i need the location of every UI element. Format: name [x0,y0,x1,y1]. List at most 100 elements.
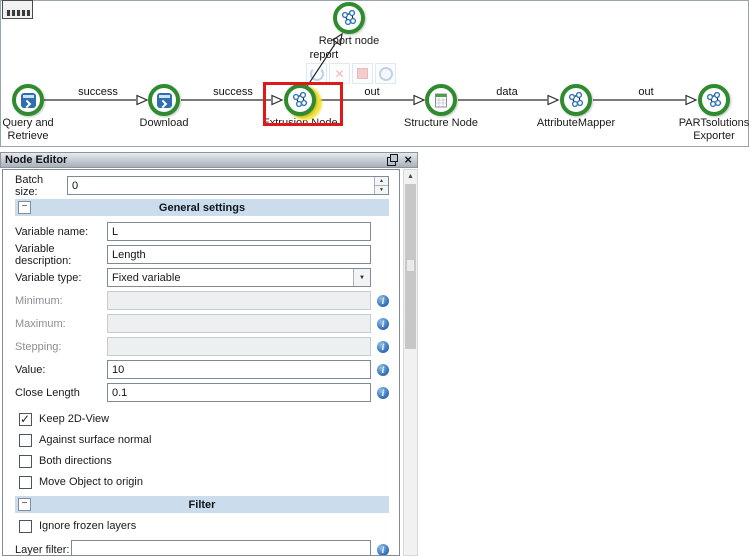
maximum-input [107,314,371,333]
variable-type-select[interactable]: Fixed variable ▼ [107,268,371,287]
scroll-up-icon[interactable]: ▲ [404,170,417,183]
both-directions-label: Both directions [39,455,112,467]
node-partsolutions-exporter[interactable]: PARTsolutions Exporter [666,84,750,143]
node-label: AttributeMapper [536,117,616,129]
chevron-down-icon[interactable]: ▼ [353,269,370,286]
vertical-scrollbar[interactable]: ▲ [403,169,418,556]
keep-2d-view-checkbox[interactable] [19,412,32,426]
stepping-input [107,337,371,356]
batch-size-row: Batch size: ▲▼ [15,173,389,198]
node-ring [148,84,180,116]
info-icon[interactable]: i [377,386,389,399]
network-icon [341,10,357,26]
node-ring [425,84,457,116]
move-object-to-origin-row: Move Object to origin [19,475,389,489]
minimum-label: Minimum: [15,294,63,307]
network-icon [568,92,584,108]
filter-header: − Filter [15,496,389,513]
node-report[interactable]: Report node [301,2,397,48]
info-icon[interactable]: i [377,363,389,376]
node-editor-panel: Node Editor × Batch size: ▲▼ − General s… [0,152,418,556]
against-surface-normal-row: Against surface normal [19,433,389,447]
float-panel-icon[interactable] [387,153,399,166]
batch-size-input[interactable] [67,176,389,195]
value-input[interactable] [107,360,371,379]
maximum-row: Maximum: i [15,314,389,333]
stepping-label: Stepping: [15,340,62,353]
edge-label-success-1: success [78,86,118,98]
node-structure[interactable]: Structure Node [393,84,489,130]
network-icon [706,92,722,108]
close-length-input[interactable] [107,383,371,402]
batch-size-stepper[interactable]: ▲ ▼ [374,177,388,194]
close-panel-icon[interactable]: × [404,153,412,166]
node-editor-titlebar[interactable]: Node Editor × [0,152,418,168]
close-length-row: Close Length i [15,383,389,402]
value-label: Value: [15,363,46,376]
node-label: Structure Node [404,117,478,129]
panel-title: Node Editor [5,154,68,166]
info-icon[interactable]: i [377,294,389,307]
keep-2d-view-row: Keep 2D-View [19,412,389,426]
variable-description-row: Variable description: [15,242,389,267]
edge-label-data: data [496,86,518,98]
move-object-to-origin-checkbox[interactable] [19,475,32,489]
spin-down-icon[interactable]: ▼ [374,185,388,194]
section-title: General settings [158,201,246,214]
ignore-frozen-layers-label: Ignore frozen layers [39,520,137,532]
variable-name-input[interactable] [107,222,371,241]
node-ring [284,84,316,116]
minimum-input [107,291,371,310]
against-surface-normal-checkbox[interactable] [19,433,32,447]
variable-name-row: Variable name: [15,222,389,241]
keep-2d-view-label: Keep 2D-View [39,413,110,425]
info-icon[interactable]: i [377,340,389,353]
node-label: Report node [318,35,380,47]
node-ring [560,84,592,116]
edge-label-out-2: out [638,86,654,98]
layer-filter-row: Layer filter: i [15,540,389,556]
layer-filter-label: Layer filter: [15,543,70,556]
node-label: Download [139,117,189,129]
workflow-canvas[interactable]: ✕ success success out data out report Qu… [0,0,749,147]
spin-up-icon[interactable]: ▲ [374,177,388,185]
variable-name-label: Variable name: [15,225,89,238]
node-label: Query and [2,117,54,129]
sheet-icon [435,93,447,107]
batch-size-label: Batch size: [15,173,44,198]
network-icon [292,92,308,108]
node-label: PARTsolutions [678,117,750,129]
info-icon[interactable]: i [377,317,389,330]
variable-description-input[interactable] [107,245,371,264]
general-settings-header: − General settings [15,199,389,216]
console-icon [156,92,172,108]
edge-label-out-1: out [364,86,380,98]
section-title: Filter [188,498,216,511]
variable-description-label: Variable description: [15,242,72,267]
layer-filter-input[interactable] [71,540,371,555]
move-object-to-origin-label: Move Object to origin [39,476,143,488]
minimum-row: Minimum: i [15,291,389,310]
node-ring [698,84,730,116]
variable-type-label: Variable type: [15,271,82,284]
scrollbar-grip [407,260,414,271]
ignore-frozen-layers-row: Ignore frozen layers [19,519,389,533]
both-directions-row: Both directions [19,454,389,468]
variable-type-value: Fixed variable [112,271,181,284]
close-length-label: Close Length [15,386,80,399]
against-surface-normal-label: Against surface normal [39,434,152,446]
variable-type-row: Variable type: Fixed variable ▼ [15,268,389,287]
stepping-row: Stepping: i [15,337,389,356]
info-icon[interactable]: i [377,543,389,555]
edge-label-success-2: success [213,86,253,98]
node-ring [333,2,365,34]
ignore-frozen-layers-checkbox[interactable] [19,519,32,533]
node-query-and-retrieve[interactable]: Query and Retrieve [0,84,76,143]
both-directions-checkbox[interactable] [19,454,32,468]
node-editor-body: Batch size: ▲▼ − General settings Variab… [2,169,400,556]
node-download[interactable]: Download [116,84,212,130]
node-extrusion[interactable]: Extrusion Node [252,84,348,130]
node-ring [12,84,44,116]
scrollbar-thumb[interactable] [405,184,416,349]
node-attributemapper[interactable]: AttributeMapper [528,84,624,130]
